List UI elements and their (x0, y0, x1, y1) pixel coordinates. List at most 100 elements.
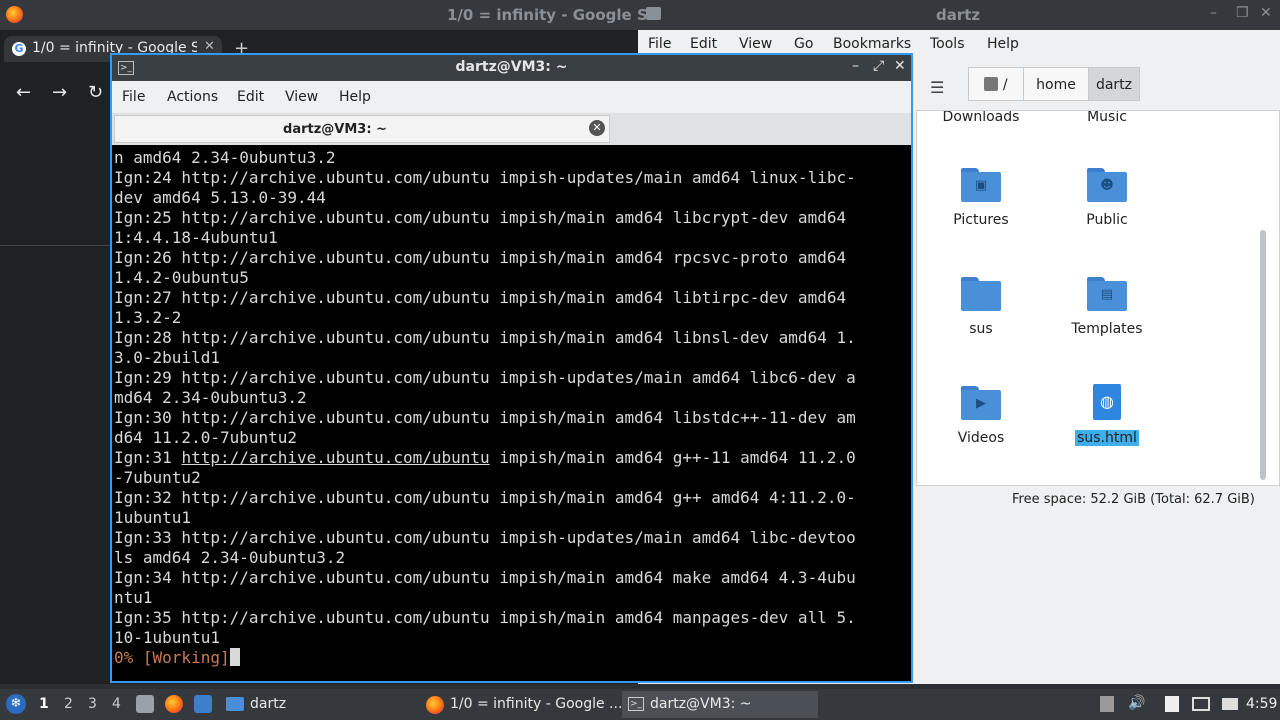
task-file-manager[interactable]: dartz (222, 691, 412, 718)
file-label: Templates (1071, 321, 1143, 337)
file-view: Downloads Music ▣ Pictures ☻ Public sus … (916, 110, 1280, 486)
folder-icon (226, 697, 244, 711)
status-bar: Free space: 52.2 GiB (Total: 62.7 GiB) (1012, 492, 1255, 507)
workspace-2[interactable]: 2 (64, 696, 73, 712)
terminal-icon: >_ (628, 697, 644, 711)
clipboard-icon[interactable] (1100, 696, 1114, 712)
file-item-sus-html[interactable]: ◍ sus.html (1057, 384, 1157, 446)
task-label: 1/0 = infinity - Google ... (450, 696, 623, 712)
fm-menu-go[interactable]: Go (794, 36, 813, 52)
terminal-close-button[interactable]: ✕ (894, 58, 906, 74)
divider (0, 245, 110, 246)
fm-menu-bookmarks[interactable]: Bookmarks (833, 36, 911, 52)
forward-button[interactable]: → (52, 82, 67, 103)
progress-text: 0% [Working] (114, 648, 230, 667)
clock[interactable]: 4:59 (1246, 696, 1277, 712)
keyboard-icon[interactable] (1222, 698, 1238, 710)
scrollbar[interactable] (1260, 230, 1266, 480)
file-item-pictures[interactable]: ▣ Pictures (931, 166, 1031, 228)
breadcrumb-home[interactable]: home (1023, 67, 1089, 101)
terminal-titlebar[interactable]: >_ dartz@VM3: ~ – ⤢ ✕ (112, 55, 911, 81)
folder-icon (961, 275, 1001, 311)
terminal-tab[interactable]: dartz@VM3: ~ ✕ (114, 115, 610, 143)
terminal-title: dartz@VM3: ~ (455, 59, 568, 75)
fm-menu-view[interactable]: View (739, 36, 772, 52)
reload-button[interactable]: ↻ (88, 82, 103, 103)
volume-icon[interactable]: 🔊 (1128, 695, 1145, 711)
term-menu-help[interactable]: Help (339, 89, 371, 105)
terminal-line: -7ubuntu2 (114, 468, 201, 487)
workspace-3[interactable]: 3 (88, 696, 97, 712)
back-button[interactable]: ← (16, 82, 31, 103)
file-item-templates[interactable]: ▤ Templates (1057, 275, 1157, 337)
window-title-browser: 1/0 = infinity - Google S (447, 6, 648, 24)
terminal-line: ls amd64 2.34-0ubuntu3.2 (114, 548, 346, 567)
terminal-line: n amd64 2.34-0ubuntu3.2 (114, 148, 336, 167)
fm-menu-file[interactable]: File (648, 36, 671, 52)
terminal-minimize-button[interactable]: – (852, 58, 859, 74)
terminal-line: Ign:26 http://archive.ubuntu.com/ubuntu … (114, 248, 847, 267)
desktop-icon[interactable] (194, 695, 212, 713)
terminal-line: 1.3.2-2 (114, 308, 182, 327)
terminal-line: Ign:27 http://archive.ubuntu.com/ubuntu … (114, 288, 847, 307)
file-item-videos[interactable]: ▶ Videos (931, 384, 1031, 446)
task-label: dartz (250, 696, 287, 712)
terminal-line: 10-1ubuntu1 (114, 628, 220, 647)
close-button[interactable]: ✕ (1260, 5, 1272, 21)
file-label: Public (1086, 212, 1128, 228)
terminal-line: Ign:28 http://archive.ubuntu.com/ubuntu … (114, 328, 856, 347)
terminal-line: Ign:25 http://archive.ubuntu.com/ubuntu … (114, 208, 847, 227)
start-menu-icon[interactable]: ❄ (6, 694, 26, 714)
term-menu-edit[interactable]: Edit (237, 89, 264, 105)
firefox-icon[interactable] (6, 6, 23, 23)
terminal-line: 3.0-2build1 (114, 348, 220, 367)
maximize-button[interactable]: ❐ (1236, 5, 1249, 21)
workspace-4[interactable]: 4 (112, 696, 121, 712)
breadcrumb-root[interactable]: / (968, 67, 1024, 101)
file-item-downloads[interactable]: Downloads (931, 111, 1031, 125)
display-icon[interactable] (1192, 697, 1210, 711)
terminal-line: Ign:33 http://archive.ubuntu.com/ubuntu … (114, 528, 856, 547)
file-label: Pictures (953, 212, 1009, 228)
notes-icon[interactable] (1165, 696, 1179, 712)
file-label: Music (1087, 110, 1127, 125)
drive-icon (984, 77, 999, 91)
text-cursor (229, 648, 240, 666)
html-file-icon: ◍ (1087, 384, 1127, 420)
folder-videos-icon: ▶ (961, 384, 1001, 420)
term-menu-view[interactable]: View (285, 89, 318, 105)
task-browser[interactable]: 1/0 = infinity - Google ... (422, 691, 622, 718)
task-terminal[interactable]: >_ dartz@VM3: ~ (622, 691, 818, 718)
folder-pictures-icon: ▣ (961, 166, 1001, 202)
tab-close-icon[interactable]: ✕ (204, 39, 215, 54)
file-manager-launcher-icon[interactable] (136, 695, 154, 713)
terminal-line: Ign:31 http://archive.ubuntu.com/ubuntu … (114, 448, 856, 467)
firefox-launcher-icon[interactable] (165, 695, 183, 713)
file-label: Videos (957, 430, 1005, 446)
fm-menu-help[interactable]: Help (987, 36, 1019, 52)
list-view-icon[interactable]: ☰ (930, 78, 944, 97)
file-item-sus[interactable]: sus (931, 275, 1031, 337)
terminal-line: Ign:30 http://archive.ubuntu.com/ubuntu … (114, 408, 856, 427)
terminal-line: Ign:35 http://archive.ubuntu.com/ubuntu … (114, 608, 856, 627)
fm-menu-tools[interactable]: Tools (930, 36, 965, 52)
file-label-selected: sus.html (1075, 430, 1139, 446)
term-menu-file[interactable]: File (122, 89, 145, 105)
terminal-line: 1:4.4.18-4ubuntu1 (114, 228, 278, 247)
workspace-1[interactable]: 1 (39, 696, 49, 712)
terminal-line: Ign:24 http://archive.ubuntu.com/ubuntu … (114, 168, 856, 187)
breadcrumb-dartz[interactable]: dartz (1088, 67, 1140, 101)
term-menu-actions[interactable]: Actions (167, 89, 218, 105)
fm-menu-edit[interactable]: Edit (690, 36, 717, 52)
hovered-link[interactable]: http://archive.ubuntu.com/ubuntu (181, 448, 489, 467)
file-item-music[interactable]: Music (1057, 110, 1157, 125)
file-item-public[interactable]: ☻ Public (1057, 166, 1157, 228)
terminal-output[interactable]: n amd64 2.34-0ubuntu3.2 Ign:24 http://arc… (114, 148, 909, 668)
tab-close-icon[interactable]: ✕ (589, 120, 605, 136)
task-label: dartz@VM3: ~ (650, 696, 752, 712)
google-favicon-icon: G (12, 42, 26, 56)
terminal-line: md64 2.34-0ubuntu3.2 (114, 388, 307, 407)
terminal-tab-title: dartz@VM3: ~ (283, 122, 387, 137)
minimize-button[interactable]: – (1210, 5, 1217, 21)
terminal-maximize-button[interactable]: ⤢ (873, 58, 884, 74)
